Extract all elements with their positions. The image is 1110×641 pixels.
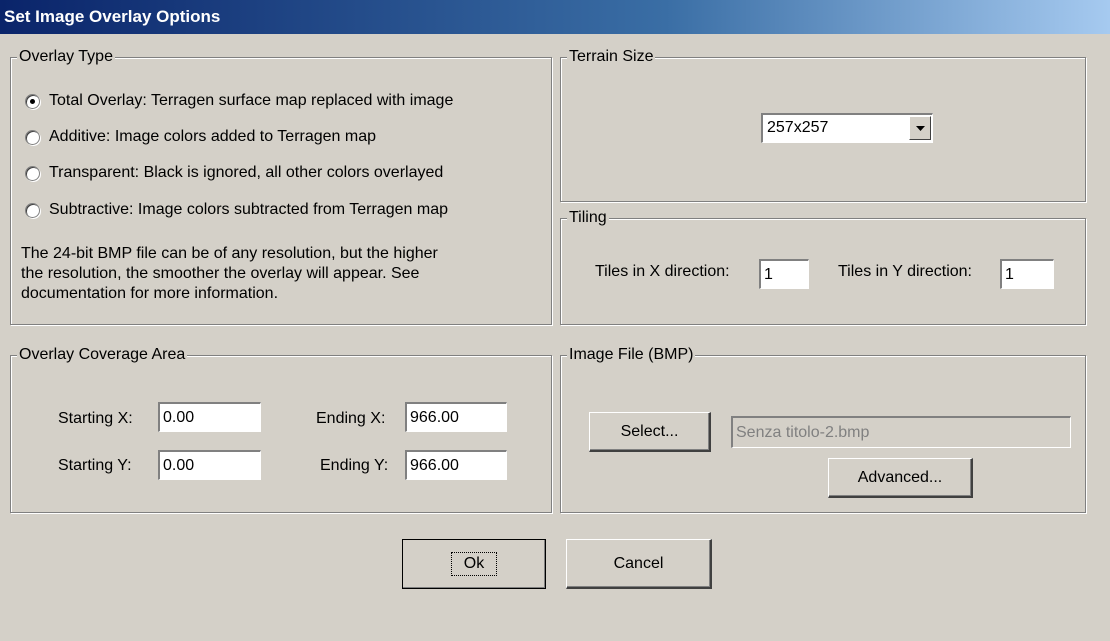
radio-button-selected[interactable] (25, 93, 40, 109)
terrain-size-select[interactable]: 257x257 (761, 113, 933, 143)
note-line: the resolution, the smoother the overlay… (21, 265, 420, 282)
radio-transparent-label: Transparent: Black is ignored, all other… (49, 164, 444, 181)
radio-button[interactable] (25, 129, 40, 145)
file-name-field (731, 416, 1071, 448)
end-x-label: Ending X: (316, 410, 386, 427)
start-x-label: Starting X: (58, 410, 133, 427)
radio-transparent[interactable]: Transparent: Black is ignored, all other… (25, 162, 443, 184)
start-x-input[interactable] (158, 402, 261, 432)
window-titlebar[interactable]: Set Image Overlay Options (0, 0, 1110, 34)
coverage-group: Overlay Coverage Area Starting X: Ending… (10, 345, 552, 513)
end-y-input[interactable] (405, 450, 507, 480)
cancel-button[interactable]: Cancel (566, 539, 712, 589)
note-line: The 24-bit BMP file can be of any resolu… (21, 245, 438, 262)
advanced-button[interactable]: Advanced... (828, 458, 973, 498)
ok-label: Ok (463, 555, 485, 572)
terrain-size-value: 257x257 (767, 119, 829, 136)
ok-button[interactable]: Ok (402, 539, 546, 589)
overlay-type-group: Overlay Type Total Overlay: Terragen sur… (10, 47, 552, 325)
tiles-y-label: Tiles in Y direction: (838, 263, 972, 280)
tiles-x-label: Tiles in X direction: (595, 263, 730, 280)
ok-focus-rect: Ok (450, 552, 498, 576)
radio-total-overlay-label: Total Overlay: Terragen surface map repl… (49, 92, 454, 109)
image-file-legend: Image File (BMP) (567, 345, 696, 365)
radio-button[interactable] (25, 165, 40, 181)
start-y-label: Starting Y: (58, 457, 132, 474)
advanced-label: Advanced... (857, 468, 943, 486)
end-x-input[interactable] (405, 402, 507, 432)
start-y-input[interactable] (158, 450, 261, 480)
terrain-size-group: Terrain Size 257x257 (560, 47, 1086, 202)
window-title: Set Image Overlay Options (4, 7, 221, 26)
radio-subtractive[interactable]: Subtractive: Image colors subtracted fro… (25, 199, 448, 221)
image-file-group: Image File (BMP) Select... Advanced... (560, 345, 1086, 513)
tiles-x-input[interactable] (759, 259, 809, 289)
radio-subtractive-label: Subtractive: Image colors subtracted fro… (49, 201, 448, 218)
select-file-button[interactable]: Select... (589, 412, 711, 452)
tiling-group: Tiling Tiles in X direction: Tiles in Y … (560, 208, 1086, 325)
coverage-legend: Overlay Coverage Area (17, 345, 188, 365)
overlay-type-legend: Overlay Type (17, 47, 115, 67)
tiling-legend: Tiling (567, 208, 609, 228)
dropdown-arrow-icon[interactable] (909, 116, 931, 140)
end-y-label: Ending Y: (320, 457, 389, 474)
terrain-size-legend: Terrain Size (567, 47, 656, 67)
select-file-label: Select... (620, 422, 679, 440)
radio-total-overlay[interactable]: Total Overlay: Terragen surface map repl… (25, 90, 453, 112)
overlay-note: The 24-bit BMP file can be of any resolu… (21, 244, 541, 304)
tiles-y-input[interactable] (1000, 259, 1054, 289)
radio-additive-label: Additive: Image colors added to Terragen… (49, 128, 377, 145)
radio-button[interactable] (25, 202, 40, 218)
radio-additive[interactable]: Additive: Image colors added to Terragen… (25, 126, 376, 148)
cancel-label: Cancel (613, 554, 664, 572)
note-line: documentation for more information. (21, 285, 279, 302)
